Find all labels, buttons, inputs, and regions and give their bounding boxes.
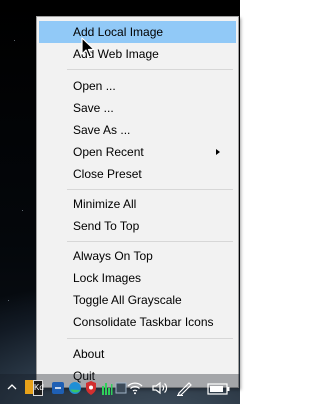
menu-item-label: Open Recent	[73, 145, 144, 159]
menu-item-label: Save As ...	[73, 123, 131, 137]
menu-item-always-on-top[interactable]: Always On Top	[39, 245, 236, 267]
refview-icon[interactable]: Kd	[25, 380, 44, 398]
menu-item-label: Close Preset	[73, 167, 142, 181]
edge-icon[interactable]	[68, 381, 82, 395]
mouse-cursor-icon	[81, 37, 95, 58]
menu-item-label: Send To Top	[73, 219, 140, 233]
menu-item-toggle-all-grayscale[interactable]: Toggle All Grayscale	[39, 289, 236, 311]
submenu-arrow-icon	[216, 149, 220, 155]
menu-item-save-as[interactable]: Save As ...	[39, 119, 236, 141]
menu-item-add-web-image[interactable]: Add Web Image	[39, 43, 236, 65]
wifi-icon[interactable]	[127, 381, 143, 395]
menu-separator	[67, 338, 233, 339]
menu-item-label: Save ...	[73, 101, 114, 115]
app-icon[interactable]	[51, 381, 65, 395]
menu-item-label: About	[73, 347, 105, 361]
menu-item-send-to-top[interactable]: Send To Top	[39, 215, 236, 237]
menu-item-minimize-all[interactable]: Minimize All	[39, 193, 236, 215]
menu-item-open[interactable]: Open ...	[39, 75, 236, 97]
menu-item-consolidate-taskbar-icons[interactable]: Consolidate Taskbar Icons	[39, 311, 236, 333]
antivirus-icon[interactable]	[85, 380, 97, 396]
audio-meter-icon[interactable]	[101, 380, 113, 396]
menu-item-label: Minimize All	[73, 197, 137, 211]
menu-item-label: Lock Images	[73, 271, 142, 285]
menu-item-open-recent[interactable]: Open Recent	[39, 141, 236, 163]
menu-separator	[67, 69, 233, 70]
menu-separator	[67, 189, 233, 190]
battery-icon[interactable]	[207, 383, 231, 395]
pen-icon[interactable]	[176, 380, 194, 396]
app-icon-2[interactable]	[115, 381, 127, 395]
system-tray: Kd	[0, 374, 240, 404]
menu-item-add-local-image[interactable]: Add Local Image	[39, 21, 236, 43]
menu-item-label: Always On Top	[73, 249, 153, 263]
chevron-up-icon[interactable]	[7, 383, 17, 391]
refview-icon-left	[25, 380, 33, 394]
menu-item-label: Open ...	[73, 79, 116, 93]
context-menu: Add Local Image Add Web Image Open ... S…	[36, 16, 239, 388]
menu-item-label: Consolidate Taskbar Icons	[73, 315, 214, 329]
menu-item-lock-images[interactable]: Lock Images	[39, 267, 236, 289]
menu-item-about[interactable]: About	[39, 343, 236, 365]
menu-separator	[67, 241, 233, 242]
menu-item-save[interactable]: Save ...	[39, 97, 236, 119]
menu-item-label: Toggle All Grayscale	[73, 293, 182, 307]
app-badge: Kd	[33, 380, 44, 396]
volume-icon[interactable]	[152, 381, 168, 395]
menu-item-close-preset[interactable]: Close Preset	[39, 163, 236, 185]
